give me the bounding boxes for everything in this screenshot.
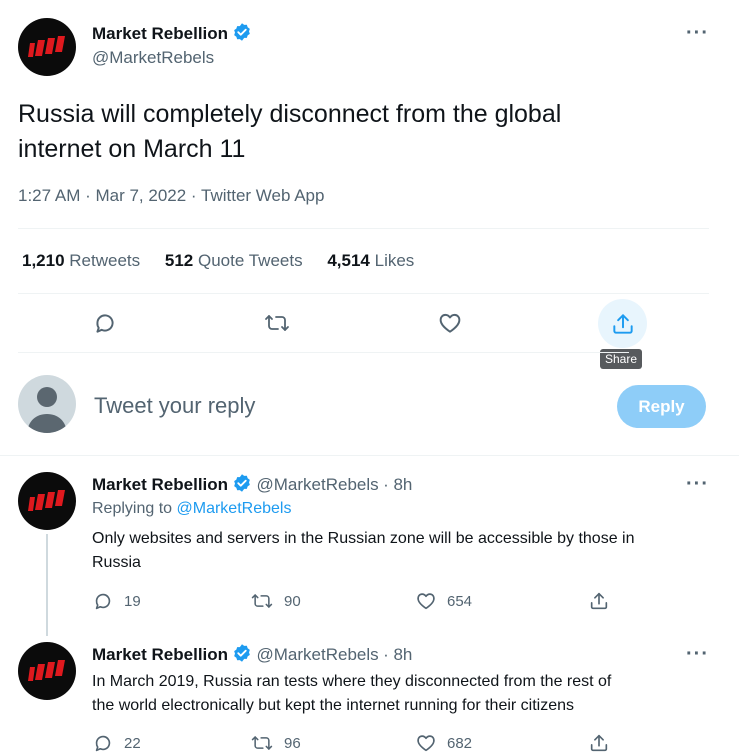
tweet-text-line-2: internet on March 11 bbox=[18, 135, 246, 163]
reply-button[interactable]: Reply bbox=[617, 385, 706, 428]
verified-badge-icon bbox=[234, 644, 250, 662]
verified-badge-icon bbox=[234, 474, 250, 492]
user-avatar[interactable] bbox=[18, 375, 76, 433]
author-handle[interactable]: @MarketRebels bbox=[92, 48, 214, 68]
heart-icon bbox=[417, 735, 435, 752]
reply-count-button[interactable]: 22 bbox=[92, 732, 141, 754]
retweet-count: 90 bbox=[284, 592, 301, 610]
divider bbox=[18, 293, 709, 294]
reply-icon bbox=[95, 593, 111, 610]
reply-text: Only websites and servers in the Russian… bbox=[92, 530, 635, 571]
like-action-button[interactable] bbox=[437, 310, 463, 341]
like-count-button[interactable]: 654 bbox=[415, 590, 472, 612]
stats-row: 1,210 Retweets 512 Quote Tweets 4,514 Li… bbox=[22, 251, 414, 271]
default-profile-icon bbox=[27, 387, 67, 433]
likes-stat[interactable]: 4,514 Likes bbox=[327, 251, 414, 270]
market-rebellion-logo-icon bbox=[28, 36, 65, 57]
retweet-count-button[interactable]: 90 bbox=[250, 590, 301, 612]
more-options-icon[interactable]: ··· bbox=[686, 643, 709, 666]
like-count-button[interactable]: 682 bbox=[415, 732, 472, 754]
reply-header: Market Rebellion @MarketRebels · 8h bbox=[92, 643, 412, 665]
reply-count: 19 bbox=[124, 592, 141, 610]
reply-author-name[interactable]: Market Rebellion bbox=[92, 645, 228, 664]
share-icon bbox=[612, 313, 633, 334]
share-icon bbox=[590, 734, 608, 752]
like-count: 654 bbox=[447, 592, 473, 610]
reply-action-button[interactable] bbox=[92, 310, 118, 341]
verified-badge-icon bbox=[234, 23, 250, 41]
share-action-button[interactable] bbox=[598, 299, 647, 348]
tweet-text-line-1: Russia will completely disconnect from t… bbox=[18, 100, 562, 128]
reply-icon bbox=[95, 735, 111, 752]
reply-text: In March 2019, Russia ran tests where th… bbox=[92, 673, 612, 714]
reply-icon bbox=[96, 314, 114, 333]
retweet-count-button[interactable]: 96 bbox=[250, 732, 301, 754]
reply-author-handle[interactable]: @MarketRebels bbox=[257, 475, 379, 494]
replying-to-link[interactable]: @MarketRebels bbox=[177, 500, 292, 517]
author-name-row: Market Rebellion bbox=[92, 22, 252, 44]
retweet-icon bbox=[251, 736, 273, 750]
thread-connector-line bbox=[46, 534, 48, 636]
retweets-stat[interactable]: 1,210 Retweets bbox=[22, 251, 140, 270]
divider bbox=[18, 352, 629, 353]
market-rebellion-logo-icon bbox=[28, 490, 65, 511]
more-options-icon[interactable]: ··· bbox=[686, 22, 709, 45]
author-avatar[interactable] bbox=[18, 18, 76, 76]
reply-count: 22 bbox=[124, 734, 141, 752]
reply-author-handle[interactable]: @MarketRebels bbox=[257, 645, 379, 664]
share-button[interactable] bbox=[588, 732, 610, 754]
tweet-timestamp[interactable]: 1:27 AM · Mar 7, 2022 · Twitter Web App bbox=[18, 186, 324, 206]
reply-time[interactable]: · 8h bbox=[383, 475, 412, 494]
share-button[interactable] bbox=[588, 590, 610, 612]
heart-icon bbox=[439, 313, 461, 333]
reply-time[interactable]: · 8h bbox=[383, 645, 412, 664]
reply-header: Market Rebellion @MarketRebels · 8h bbox=[92, 473, 412, 495]
quote-tweets-stat[interactable]: 512 Quote Tweets bbox=[165, 251, 303, 270]
reply-author-name[interactable]: Market Rebellion bbox=[92, 475, 228, 494]
reply-input[interactable]: Tweet your reply bbox=[94, 393, 255, 419]
market-rebellion-logo-icon bbox=[28, 660, 65, 681]
share-icon bbox=[590, 592, 608, 610]
reply-author-avatar[interactable] bbox=[18, 642, 76, 700]
replying-to: Replying to @MarketRebels bbox=[92, 500, 292, 517]
tweet-text: Russia will completely disconnect from t… bbox=[18, 97, 561, 167]
more-options-icon[interactable]: ··· bbox=[686, 473, 709, 496]
retweet-count: 96 bbox=[284, 734, 301, 752]
divider bbox=[18, 228, 709, 229]
section-divider bbox=[0, 455, 739, 456]
retweet-action-button[interactable] bbox=[263, 310, 291, 341]
reply-count-button[interactable]: 19 bbox=[92, 590, 141, 612]
retweet-icon bbox=[251, 594, 273, 608]
author-name[interactable]: Market Rebellion bbox=[92, 24, 228, 43]
like-count: 682 bbox=[447, 734, 473, 752]
heart-icon bbox=[417, 593, 435, 610]
retweet-icon bbox=[265, 315, 289, 331]
reply-author-avatar[interactable] bbox=[18, 472, 76, 530]
